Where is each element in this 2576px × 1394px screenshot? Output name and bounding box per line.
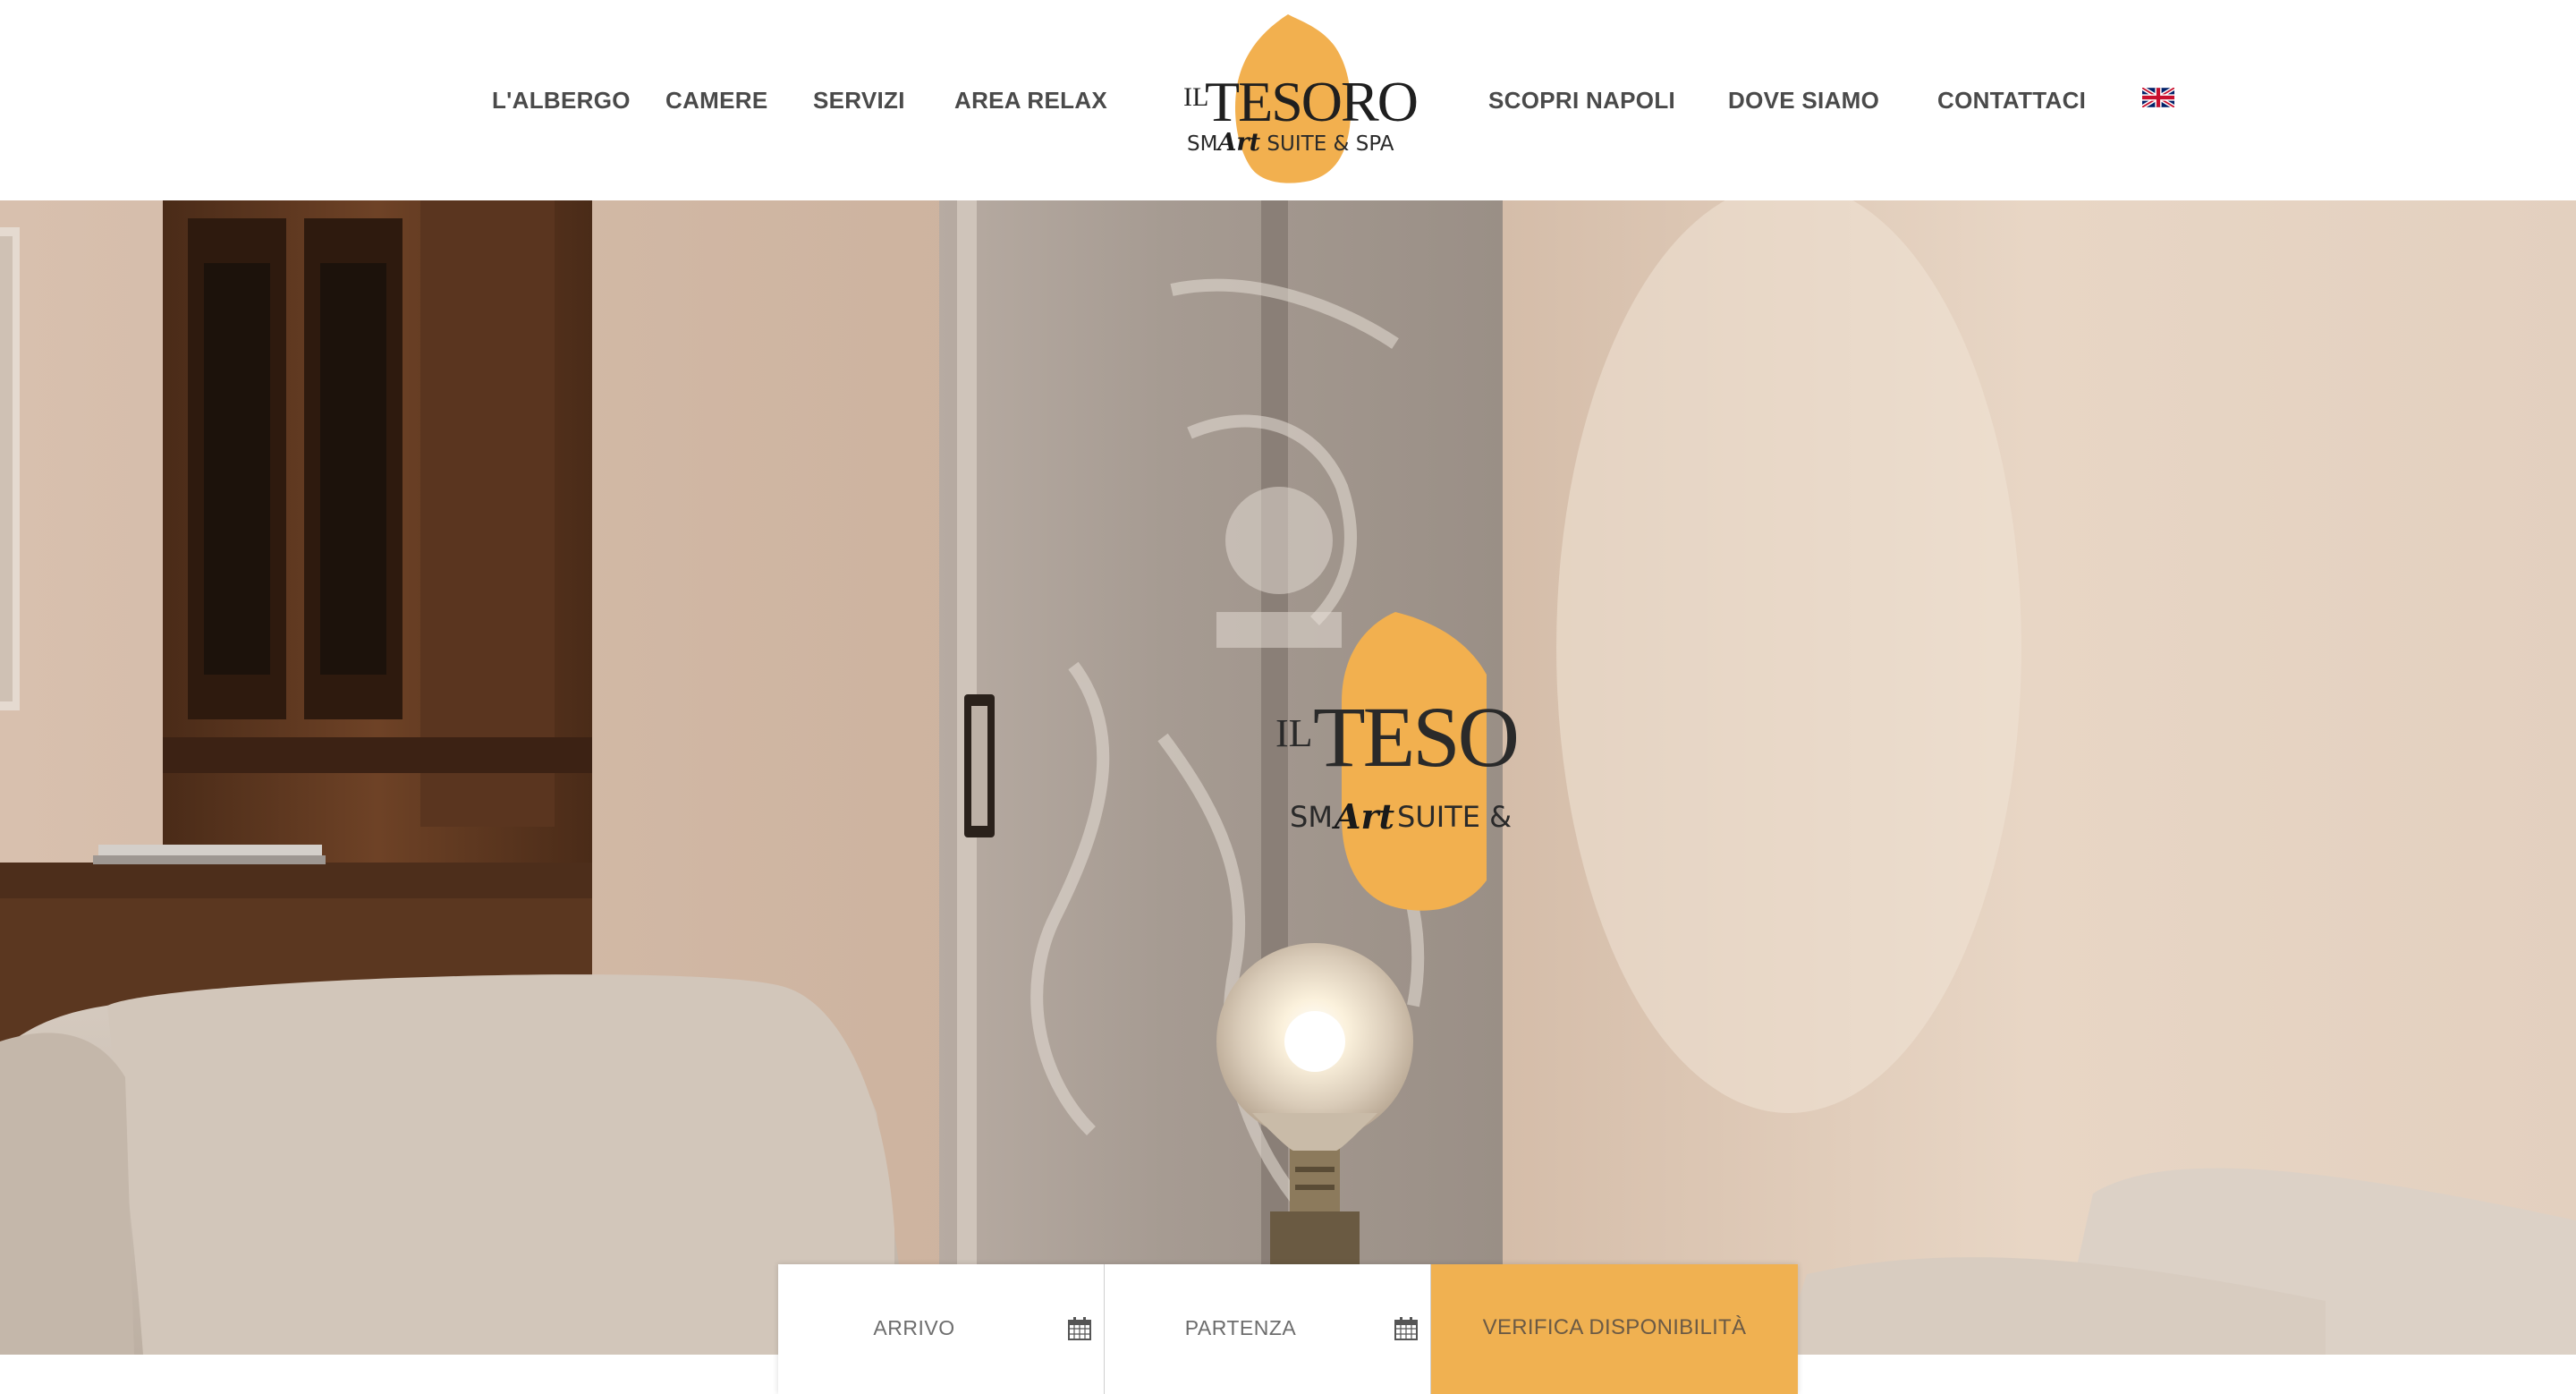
departure-label: PARTENZA bbox=[1184, 1316, 1297, 1339]
nav-item-camere[interactable]: CAMERE bbox=[665, 82, 767, 118]
sign-sub-suffix: SUITE & bbox=[1397, 800, 1512, 834]
sign-il-text: IL bbox=[1275, 711, 1313, 755]
hero-illustration: IL TESO SM Art SUITE & bbox=[0, 200, 2576, 1355]
logo-name-text: TESORO bbox=[1205, 70, 1419, 133]
departure-date-field[interactable]: PARTENZA bbox=[1105, 1264, 1431, 1394]
site-logo[interactable]: IL TESORO SMArt SUITE & SPA bbox=[1167, 11, 1419, 186]
uk-flag-icon[interactable] bbox=[2142, 88, 2174, 107]
booking-bar: ARRIVO PARTENZA VERIFICA DISPONIBILITÀ bbox=[778, 1264, 1798, 1394]
arrival-date-field[interactable]: ARRIVO bbox=[778, 1264, 1105, 1394]
logo-subtitle: SMArt SUITE & SPA bbox=[1187, 129, 1394, 157]
nav-item-scopri-napoli[interactable]: SCOPRI NAPOLI bbox=[1488, 82, 1675, 118]
hero-image: IL TESO SM Art SUITE & bbox=[0, 200, 2576, 1355]
nav-item-albergo[interactable]: L'ALBERGO bbox=[492, 82, 631, 118]
sign-name-text: TESO bbox=[1313, 689, 1517, 785]
nav-item-servizi[interactable]: SERVIZI bbox=[813, 82, 905, 118]
sign-sub-art: Art bbox=[1332, 796, 1395, 837]
logo-sub-suffix: SUITE & SPA bbox=[1267, 132, 1394, 156]
arrival-label: ARRIVO bbox=[873, 1316, 955, 1339]
logo-sub-art: Art bbox=[1217, 129, 1261, 157]
nav-item-dove-siamo[interactable]: DOVE SIAMO bbox=[1728, 82, 1879, 118]
logo-sub-prefix: SM bbox=[1187, 132, 1218, 156]
site-header: L'ALBERGO CAMERE SERVIZI AREA RELAX IL T… bbox=[0, 0, 2576, 200]
check-availability-button[interactable]: VERIFICA DISPONIBILITÀ bbox=[1431, 1264, 1798, 1394]
nav-item-area-relax[interactable]: AREA RELAX bbox=[954, 82, 1107, 118]
sign-sub-prefix: SM bbox=[1290, 800, 1333, 834]
calendar-icon[interactable] bbox=[1068, 1317, 1091, 1340]
nav-item-contattaci[interactable]: CONTATTACI bbox=[1937, 82, 2086, 118]
check-availability-label: VERIFICA DISPONIBILITÀ bbox=[1482, 1315, 1747, 1339]
calendar-icon[interactable] bbox=[1394, 1317, 1418, 1340]
